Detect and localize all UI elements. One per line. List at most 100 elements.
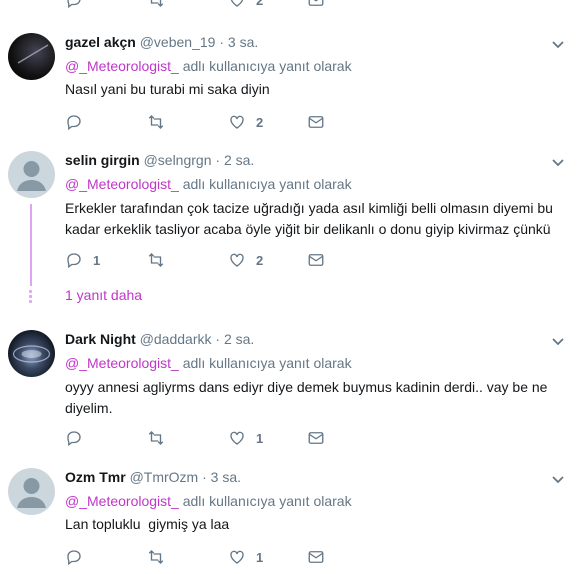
tweet-text: Nasıl yani bu turabi mi saka diyin xyxy=(65,81,270,97)
retweet-button[interactable] xyxy=(147,0,165,10)
retweet-icon xyxy=(148,550,164,564)
tweet[interactable]: Ozm Tmr @TmrOzm · 3 sa. @_Meteorologist_… xyxy=(0,457,580,574)
mention-link[interactable]: @_Meteorologist_ xyxy=(65,58,179,74)
dm-button[interactable] xyxy=(307,0,325,10)
separator: · xyxy=(219,34,224,50)
like-count: 1 xyxy=(256,549,264,565)
reply-button[interactable] xyxy=(65,428,93,448)
tweet[interactable]: gazel akçn @veben_19 · 3 sa. @_Meteorolo… xyxy=(0,22,580,141)
avatar[interactable] xyxy=(8,33,55,80)
dm-button[interactable] xyxy=(307,250,325,270)
reply-button[interactable] xyxy=(65,112,93,132)
like-button[interactable]: 2 xyxy=(228,112,263,132)
mention-link[interactable]: @_Meteorologist_ xyxy=(65,176,179,192)
like-button[interactable]: 1 xyxy=(228,547,263,567)
reply-button[interactable]: 1 xyxy=(65,250,100,270)
tweet-actions: 1 xyxy=(65,547,365,567)
retweet-button[interactable] xyxy=(147,428,175,448)
like-icon xyxy=(230,0,244,7)
tweet-header: gazel akçn @veben_19 · 3 sa. xyxy=(65,34,258,50)
chevron-down-icon[interactable] xyxy=(550,471,566,487)
dm-button[interactable] xyxy=(307,547,325,567)
timestamp[interactable]: 2 sa. xyxy=(224,331,254,347)
like-count: 1 xyxy=(256,430,264,446)
reply-button[interactable] xyxy=(65,0,83,10)
chevron-down-icon[interactable] xyxy=(550,36,566,52)
reply-context: @_Meteorologist_ adlı kullanıcıya yanıt … xyxy=(65,58,352,74)
reply-context: @_Meteorologist_ adlı kullanıcıya yanıt … xyxy=(65,176,352,192)
reply-button[interactable] xyxy=(65,547,93,567)
tweet-text: oyyy annesi agliyrms dans ediyr diye dem… xyxy=(65,379,548,416)
tweet-text: Lan topluklu giymiş ya laa xyxy=(65,516,230,532)
reply-context: @_Meteorologist_ adlı kullanıcıya yanıt … xyxy=(65,493,352,509)
like-count: 2 xyxy=(256,114,264,130)
like-icon xyxy=(230,115,244,129)
timestamp[interactable]: 3 sa. xyxy=(211,469,241,485)
reply-icon xyxy=(67,431,81,447)
dm-button[interactable] xyxy=(307,428,325,448)
avatar[interactable] xyxy=(8,330,55,377)
display-name[interactable]: Ozm Tmr xyxy=(65,469,126,485)
reply-context-text: adlı kullanıcıya yanıt olarak xyxy=(178,493,352,509)
chevron-down-icon[interactable] xyxy=(550,333,566,349)
handle[interactable]: @veben_19 xyxy=(140,34,216,50)
timestamp[interactable]: 2 sa. xyxy=(224,152,254,168)
handle[interactable]: @selngrgn xyxy=(144,152,212,168)
tweet[interactable]: Dark Night @daddarkk · 2 sa. @_Meteorolo… xyxy=(0,319,580,458)
tweet-actions: 1 2 xyxy=(65,250,365,270)
default-avatar-icon xyxy=(17,478,46,508)
tweet-text: Erkekler tarafından çok tacize uğradığı … xyxy=(65,200,553,237)
tweet-header: selin girgin @selngrgn · 2 sa. xyxy=(65,152,254,168)
handle[interactable]: @daddarkk xyxy=(140,331,212,347)
chevron-down-icon[interactable] xyxy=(550,154,566,170)
retweet-icon xyxy=(148,431,164,445)
like-button[interactable]: 2 xyxy=(228,250,263,270)
tweet-actions: 2 xyxy=(65,112,365,132)
display-name[interactable]: selin girgin xyxy=(65,152,140,168)
reply-count: 1 xyxy=(93,252,101,268)
tweet[interactable]: selin girgin @selngrgn · 2 sa. @_Meteoro… xyxy=(0,140,580,320)
tweet-actions: 1 xyxy=(65,428,365,448)
reply-context-text: adlı kullanıcıya yanıt olarak xyxy=(178,355,352,371)
reply-icon xyxy=(67,550,81,566)
separator: · xyxy=(215,152,221,168)
avatar[interactable] xyxy=(8,151,55,198)
dm-icon xyxy=(308,254,324,266)
reply-icon xyxy=(67,0,81,9)
like-icon xyxy=(230,550,244,564)
dm-button[interactable] xyxy=(307,112,325,132)
reply-icon xyxy=(67,115,81,131)
retweet-icon xyxy=(150,0,164,7)
dm-icon xyxy=(308,116,324,128)
like-button[interactable]: 2 xyxy=(228,0,263,10)
like-count: 2 xyxy=(256,0,264,8)
tweet-header: Ozm Tmr @TmrOzm · 3 sa. xyxy=(65,469,241,485)
separator: · xyxy=(202,469,207,485)
avatar[interactable] xyxy=(8,468,55,515)
retweet-icon xyxy=(148,253,164,267)
more-replies-link[interactable]: 1 yanıt daha xyxy=(65,287,142,303)
dm-icon xyxy=(308,551,324,563)
retweet-button[interactable] xyxy=(147,250,175,270)
separator: · xyxy=(215,331,221,347)
reply-context-text: adlı kullanıcıya yanıt olarak xyxy=(178,58,352,74)
like-icon xyxy=(230,253,244,267)
reply-context-text: adlı kullanıcıya yanıt olarak xyxy=(178,176,352,192)
like-button[interactable]: 1 xyxy=(228,428,263,448)
like-count: 2 xyxy=(256,252,264,268)
retweet-button[interactable] xyxy=(147,547,175,567)
handle[interactable]: @TmrOzm xyxy=(130,469,199,485)
display-name[interactable]: Dark Night xyxy=(65,331,136,347)
reply-context: @_Meteorologist_ adlı kullanıcıya yanıt … xyxy=(65,355,352,371)
mention-link[interactable]: @_Meteorologist_ xyxy=(65,355,179,371)
tweet-header: Dark Night @daddarkk · 2 sa. xyxy=(65,331,254,347)
thread-line xyxy=(30,204,32,286)
like-icon xyxy=(230,431,244,445)
display-name[interactable]: gazel akçn xyxy=(65,34,136,50)
default-avatar-icon xyxy=(17,161,46,191)
retweet-icon xyxy=(148,115,164,129)
retweet-button[interactable] xyxy=(147,112,175,132)
mention-link[interactable]: @_Meteorologist_ xyxy=(65,493,179,509)
timestamp[interactable]: 3 sa. xyxy=(228,34,258,50)
dm-icon xyxy=(308,432,324,444)
